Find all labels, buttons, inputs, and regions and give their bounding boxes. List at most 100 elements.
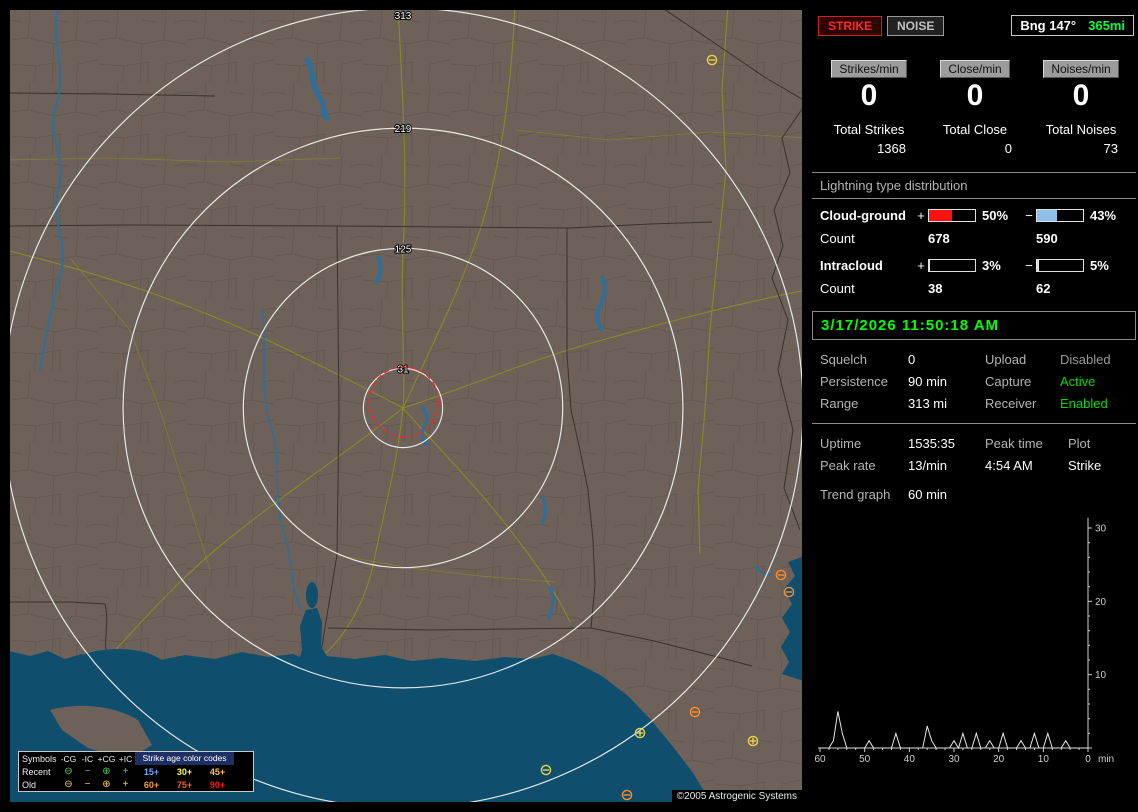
totals-row: Total Strikes 1368 Total Close 0 Total N…: [816, 122, 1134, 156]
squelch-label: Squelch: [820, 352, 867, 367]
noises-per-min-value: 0: [1072, 79, 1090, 112]
persistence-label: Persistence: [820, 374, 888, 389]
trend-window-value: 60 min: [908, 487, 948, 502]
total-strikes-value: 1368: [877, 141, 906, 156]
bearing-readout: Bng 147° 365mi: [1011, 15, 1134, 36]
separator: [812, 172, 1136, 173]
total-strikes-label: Total Strikes: [833, 122, 905, 137]
range-label: Range: [820, 396, 859, 411]
persistence-value: 90 min: [908, 374, 948, 389]
neg-ic-old-icon: −: [84, 778, 91, 790]
copyright-text: ©2005 Astrogenic Systems: [671, 790, 802, 803]
distribution-title: Lightning type distribution: [820, 178, 968, 193]
map-legend: Symbols -CG -IC +CG +IC Strike age color…: [18, 751, 254, 792]
legend-col-pos-ic: +IC: [118, 753, 133, 764]
close-per-min-button[interactable]: Close/min: [940, 60, 1010, 78]
close-per-min-value: 0: [966, 79, 984, 112]
stats-grid: Uptime 1535:35 Peak time Plot Peak rate …: [820, 436, 1136, 473]
svg-text:0: 0: [1085, 754, 1091, 765]
map-svg: 313 219 125 31: [10, 10, 802, 802]
pos-ic-recent-icon: +: [122, 765, 129, 777]
cg-positive-bar-fill: [929, 209, 952, 221]
svg-text:30: 30: [1095, 524, 1107, 535]
ic-positive-bar-fill: [929, 259, 931, 271]
settings-grid: Squelch 0 Upload Disabled Persistence 90…: [820, 352, 1136, 411]
legend-col-neg-cg: -CG: [60, 753, 77, 764]
age-60-label: 60+: [143, 779, 160, 790]
svg-text:20: 20: [1095, 597, 1107, 608]
neg-cg-recent-icon: ⊖: [64, 765, 73, 777]
legend-col-pos-cg: +CG: [97, 753, 116, 764]
svg-text:60: 60: [814, 754, 826, 765]
uptime-value: 1535:35: [908, 436, 955, 451]
cloud-ground-count-row: Count 678 590: [820, 227, 1136, 249]
separator: [812, 423, 1136, 424]
plus-sign: +: [917, 257, 925, 273]
total-noises-value: 73: [1103, 141, 1118, 156]
ic-negative-bar-fill: [1037, 259, 1040, 271]
svg-text:10: 10: [1095, 670, 1107, 681]
svg-text:30: 30: [948, 754, 960, 765]
trend-line: [820, 711, 1088, 750]
separator: [812, 198, 1136, 199]
svg-text:313: 313: [395, 11, 412, 22]
svg-text:50: 50: [859, 754, 871, 765]
svg-text:20: 20: [993, 754, 1005, 765]
svg-text:219: 219: [395, 124, 412, 135]
receiver-label: Receiver: [985, 396, 1037, 411]
control-panel: STRIKE NOISE Bng 147° 365mi Strikes/min …: [812, 8, 1136, 808]
ic-positive-pct: 3%: [982, 257, 1001, 273]
age-75-label: 75+: [176, 779, 193, 790]
trend-graph-row: Trend graph 60 min: [820, 487, 1136, 502]
age-15-label: 15+: [143, 766, 160, 777]
peak-rate-label: Peak rate: [820, 458, 876, 473]
receiver-status: Enabled: [1060, 396, 1108, 411]
neg-cg-old-icon: ⊖: [64, 778, 73, 790]
legend-old-label: Old: [22, 779, 37, 790]
svg-text:125: 125: [395, 244, 412, 255]
nexstorm-app-window: 313 219 125 31 Symbols -CG -IC +CG +IC Stri…: [0, 0, 1138, 812]
age-30-label: 30+: [176, 766, 193, 777]
legend-col-neg-ic: -IC: [81, 753, 94, 764]
age-45-label: 45+: [209, 766, 226, 777]
plot-label: Plot: [1068, 436, 1091, 451]
intracloud-row: Intracloud + 3% − 5%: [820, 253, 1136, 277]
noise-button[interactable]: NOISE: [887, 15, 945, 36]
lightning-map[interactable]: 313 219 125 31 Symbols -CG -IC +CG +IC Stri…: [10, 10, 802, 803]
strikes-per-min-button[interactable]: Strikes/min: [831, 60, 907, 78]
ic-negative-bar: [1036, 258, 1084, 272]
squelch-value: 0: [908, 352, 916, 367]
minus-sign: −: [1025, 257, 1033, 273]
noises-per-min-button[interactable]: Noises/min: [1043, 60, 1119, 78]
legend-age-header: Strike age color codes: [135, 752, 234, 765]
pos-cg-recent-icon: ⊕: [102, 765, 111, 777]
count-label: Count: [820, 230, 855, 246]
trend-graph-label: Trend graph: [820, 487, 891, 502]
ic-positive-count: 38: [928, 280, 943, 296]
total-close-label: Total Close: [942, 122, 1008, 137]
strike-button[interactable]: STRIKE: [818, 15, 883, 36]
peak-rate-value: 13/min: [908, 458, 948, 473]
cloud-ground-row: Cloud-ground + 50% − 43%: [820, 203, 1136, 227]
strikes-per-min-value: 0: [860, 79, 878, 112]
bearing-value: Bng 147°: [1020, 18, 1077, 33]
svg-text:31: 31: [397, 364, 409, 375]
plot-value: Strike: [1068, 458, 1102, 473]
cg-negative-count: 590: [1036, 230, 1058, 246]
intracloud-label: Intracloud: [820, 257, 883, 273]
legend-symbols-header: Symbols: [22, 753, 57, 764]
uptime-label: Uptime: [820, 436, 862, 451]
svg-text:min: min: [1098, 754, 1114, 765]
cg-negative-bar: [1036, 208, 1084, 222]
peak-time-value: 4:54 AM: [985, 458, 1033, 473]
capture-status: Active: [1060, 374, 1096, 389]
datetime-display: 3/17/2026 11:50:18 AM: [812, 311, 1136, 340]
cg-positive-pct: 50%: [982, 207, 1009, 223]
range-value: 313 mi: [908, 396, 948, 411]
peak-time-label: Peak time: [985, 436, 1043, 451]
rate-counters: Strikes/min 0 Close/min 0 Noises/min 0: [816, 60, 1134, 112]
cg-positive-bar: [928, 208, 976, 222]
legend-recent-label: Recent: [22, 766, 51, 777]
intracloud-count-row: Count 38 62: [820, 277, 1136, 299]
pos-ic-old-icon: +: [122, 778, 129, 790]
